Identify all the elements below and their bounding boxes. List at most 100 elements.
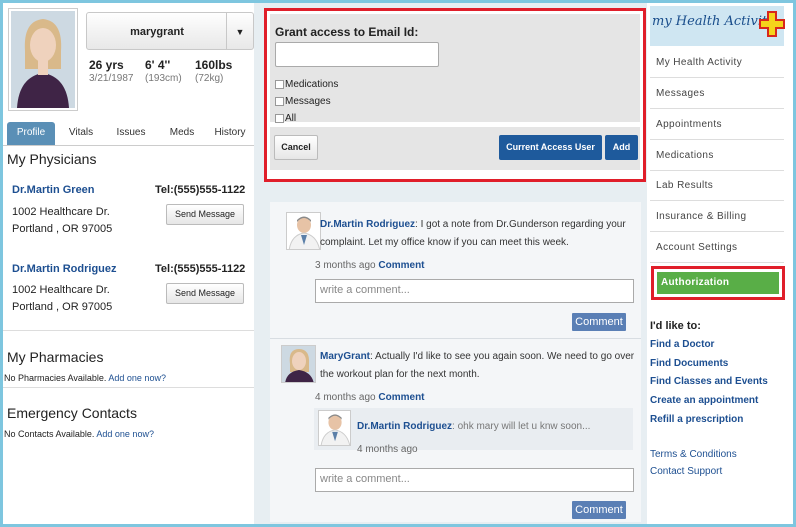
post-time: 4 months ago xyxy=(315,392,376,403)
weight-kg-value: (72kg) xyxy=(195,73,224,84)
address-line-2: Portland , OR 97005 xyxy=(12,223,113,235)
address-line-1: 1002 Healthcare Dr. xyxy=(12,206,110,218)
post-divider xyxy=(270,338,641,339)
nav-authorization-highlight: Authorization xyxy=(651,266,785,300)
nav-my-health-activity[interactable]: My Health Activity xyxy=(650,48,784,78)
nav-account-settings[interactable]: Account Settings xyxy=(650,233,784,263)
tab-vitals[interactable]: Vitals xyxy=(59,122,103,145)
address-line-1: 1002 Healthcare Dr. xyxy=(12,284,110,296)
pharmacies-title: My Pharmacies xyxy=(7,349,104,365)
cancel-button[interactable]: Cancel xyxy=(274,135,318,160)
tab-history[interactable]: History xyxy=(207,122,253,145)
send-message-button[interactable]: Send Message xyxy=(166,283,244,304)
current-access-user-button[interactable]: Current Access User xyxy=(499,135,602,160)
tab-meds[interactable]: Meds xyxy=(159,122,205,145)
terms-link[interactable]: Terms & Conditions xyxy=(650,449,737,460)
grant-actions: Cancel Current Access User Add xyxy=(270,127,640,170)
send-message-button[interactable]: Send Message xyxy=(166,204,244,225)
age-value: 26 yrs xyxy=(89,58,124,72)
height-cm-value: (193cm) xyxy=(145,73,182,84)
comment-link[interactable]: Comment xyxy=(378,392,424,403)
user-avatar xyxy=(281,345,316,383)
physician-name-link[interactable]: Dr.Martin Green xyxy=(12,184,95,196)
nav-appointments[interactable]: Appointments xyxy=(650,110,784,140)
reply-time: 4 months ago xyxy=(357,444,418,455)
divider xyxy=(3,330,254,331)
physician-name-link[interactable]: Dr.Martin Rodriguez xyxy=(12,263,117,275)
height-value: 6' 4'' xyxy=(145,58,171,72)
nav-insurance-billing[interactable]: Insurance & Billing xyxy=(650,202,784,232)
reply-body: : ohk mary will let u knw soon... xyxy=(452,421,591,432)
checkbox-label: All xyxy=(285,113,297,124)
user-switcher[interactable]: marygrant ▼ xyxy=(86,12,254,50)
dob-value: 3/21/1987 xyxy=(89,73,134,84)
physician-address: 1002 Healthcare Dr. Portland , OR 97005 xyxy=(12,204,112,238)
chevron-down-icon[interactable]: ▼ xyxy=(226,13,253,49)
checkbox-medications[interactable]: Medications xyxy=(275,79,338,90)
reply-text: Dr.Martin Rodriguez: ohk mary will let u… xyxy=(357,418,627,436)
checkbox-label: Messages xyxy=(285,96,331,107)
nav-medications[interactable]: Medications xyxy=(650,141,784,171)
tab-profile[interactable]: Profile xyxy=(7,122,55,145)
checkbox-box[interactable] xyxy=(275,114,284,123)
post-author-link[interactable]: MaryGrant xyxy=(320,351,370,362)
checkbox-label: Medications xyxy=(285,79,339,90)
post-meta: 3 months ago Comment xyxy=(315,260,425,271)
refill-prescription-link[interactable]: Refill a prescription xyxy=(650,414,743,425)
physicians-title: My Physicians xyxy=(7,151,97,167)
checkbox-all[interactable]: All xyxy=(275,113,296,124)
grant-form: Grant access to Email Id: Medications Me… xyxy=(270,14,640,124)
comment-link[interactable]: Comment xyxy=(378,260,424,271)
physician-phone: Tel:(555)555-1122 xyxy=(155,184,246,196)
tab-issues[interactable]: Issues xyxy=(107,122,155,145)
add-button[interactable]: Add xyxy=(605,135,638,160)
divider xyxy=(3,387,254,388)
physician-address: 1002 Healthcare Dr. Portland , OR 97005 xyxy=(12,282,112,316)
add-contact-link[interactable]: Add one now? xyxy=(96,429,154,439)
nav-messages[interactable]: Messages xyxy=(650,79,784,109)
age-stat: 26 yrs 3/21/1987 xyxy=(89,58,134,84)
comment-button[interactable]: Comment xyxy=(572,313,626,331)
weight-value: 160lbs xyxy=(195,58,233,72)
nav-authorization[interactable]: Authorization xyxy=(657,272,779,294)
grant-label: Grant access to Email Id: xyxy=(275,25,419,39)
checkbox-box[interactable] xyxy=(275,80,284,89)
find-documents-link[interactable]: Find Documents xyxy=(650,358,728,369)
medical-cross-icon xyxy=(759,11,785,37)
contact-support-link[interactable]: Contact Support xyxy=(650,466,722,477)
profile-photo xyxy=(8,8,78,111)
height-stat: 6' 4'' (193cm) xyxy=(145,58,182,84)
physician-phone: Tel:(555)555-1122 xyxy=(155,263,246,275)
comment-button[interactable]: Comment xyxy=(572,501,626,519)
nav-lab-results[interactable]: Lab Results xyxy=(650,171,784,201)
post-meta: 4 months ago Comment xyxy=(315,392,425,403)
pharmacies-note: No Pharmacies Available. Add one now? xyxy=(4,373,166,383)
post-author-link[interactable]: Dr.Martin Rodriguez xyxy=(320,219,415,230)
reply-author-link[interactable]: Dr.Martin Rodriguez xyxy=(357,421,452,432)
find-classes-link[interactable]: Find Classes and Events xyxy=(650,376,768,387)
contacts-empty-text: No Contacts Available. xyxy=(4,429,95,439)
doctor-avatar xyxy=(318,410,351,446)
checkbox-messages[interactable]: Messages xyxy=(275,96,331,107)
logo-text: my Health Activity xyxy=(652,14,775,29)
contacts-note: No Contacts Available. Add one now? xyxy=(4,429,154,439)
username-label: marygrant xyxy=(130,26,184,38)
pharmacies-empty-text: No Pharmacies Available. xyxy=(4,373,107,383)
message-feed: Dr.Martin Rodriguez: I got a note from D… xyxy=(270,202,641,522)
comment-input[interactable]: write a comment... xyxy=(315,468,634,492)
address-line-2: Portland , OR 97005 xyxy=(12,301,113,313)
comment-input[interactable]: write a comment... xyxy=(315,279,634,303)
checkbox-box[interactable] xyxy=(275,97,284,106)
post-text: MaryGrant: Actually I'd like to see you … xyxy=(320,348,638,384)
grant-access-panel: Grant access to Email Id: Medications Me… xyxy=(264,8,646,182)
contacts-title: Emergency Contacts xyxy=(7,405,137,421)
email-field[interactable] xyxy=(275,42,439,67)
find-doctor-link[interactable]: Find a Doctor xyxy=(650,339,714,350)
weight-stat: 160lbs (72kg) xyxy=(195,58,232,84)
like-title: I'd like to: xyxy=(650,320,701,332)
create-appointment-link[interactable]: Create an appointment xyxy=(650,395,758,406)
add-pharmacy-link[interactable]: Add one now? xyxy=(108,373,166,383)
brand-logo: my Health Activity xyxy=(650,6,785,46)
doctor-avatar xyxy=(286,212,321,250)
post-time: 3 months ago xyxy=(315,260,376,271)
